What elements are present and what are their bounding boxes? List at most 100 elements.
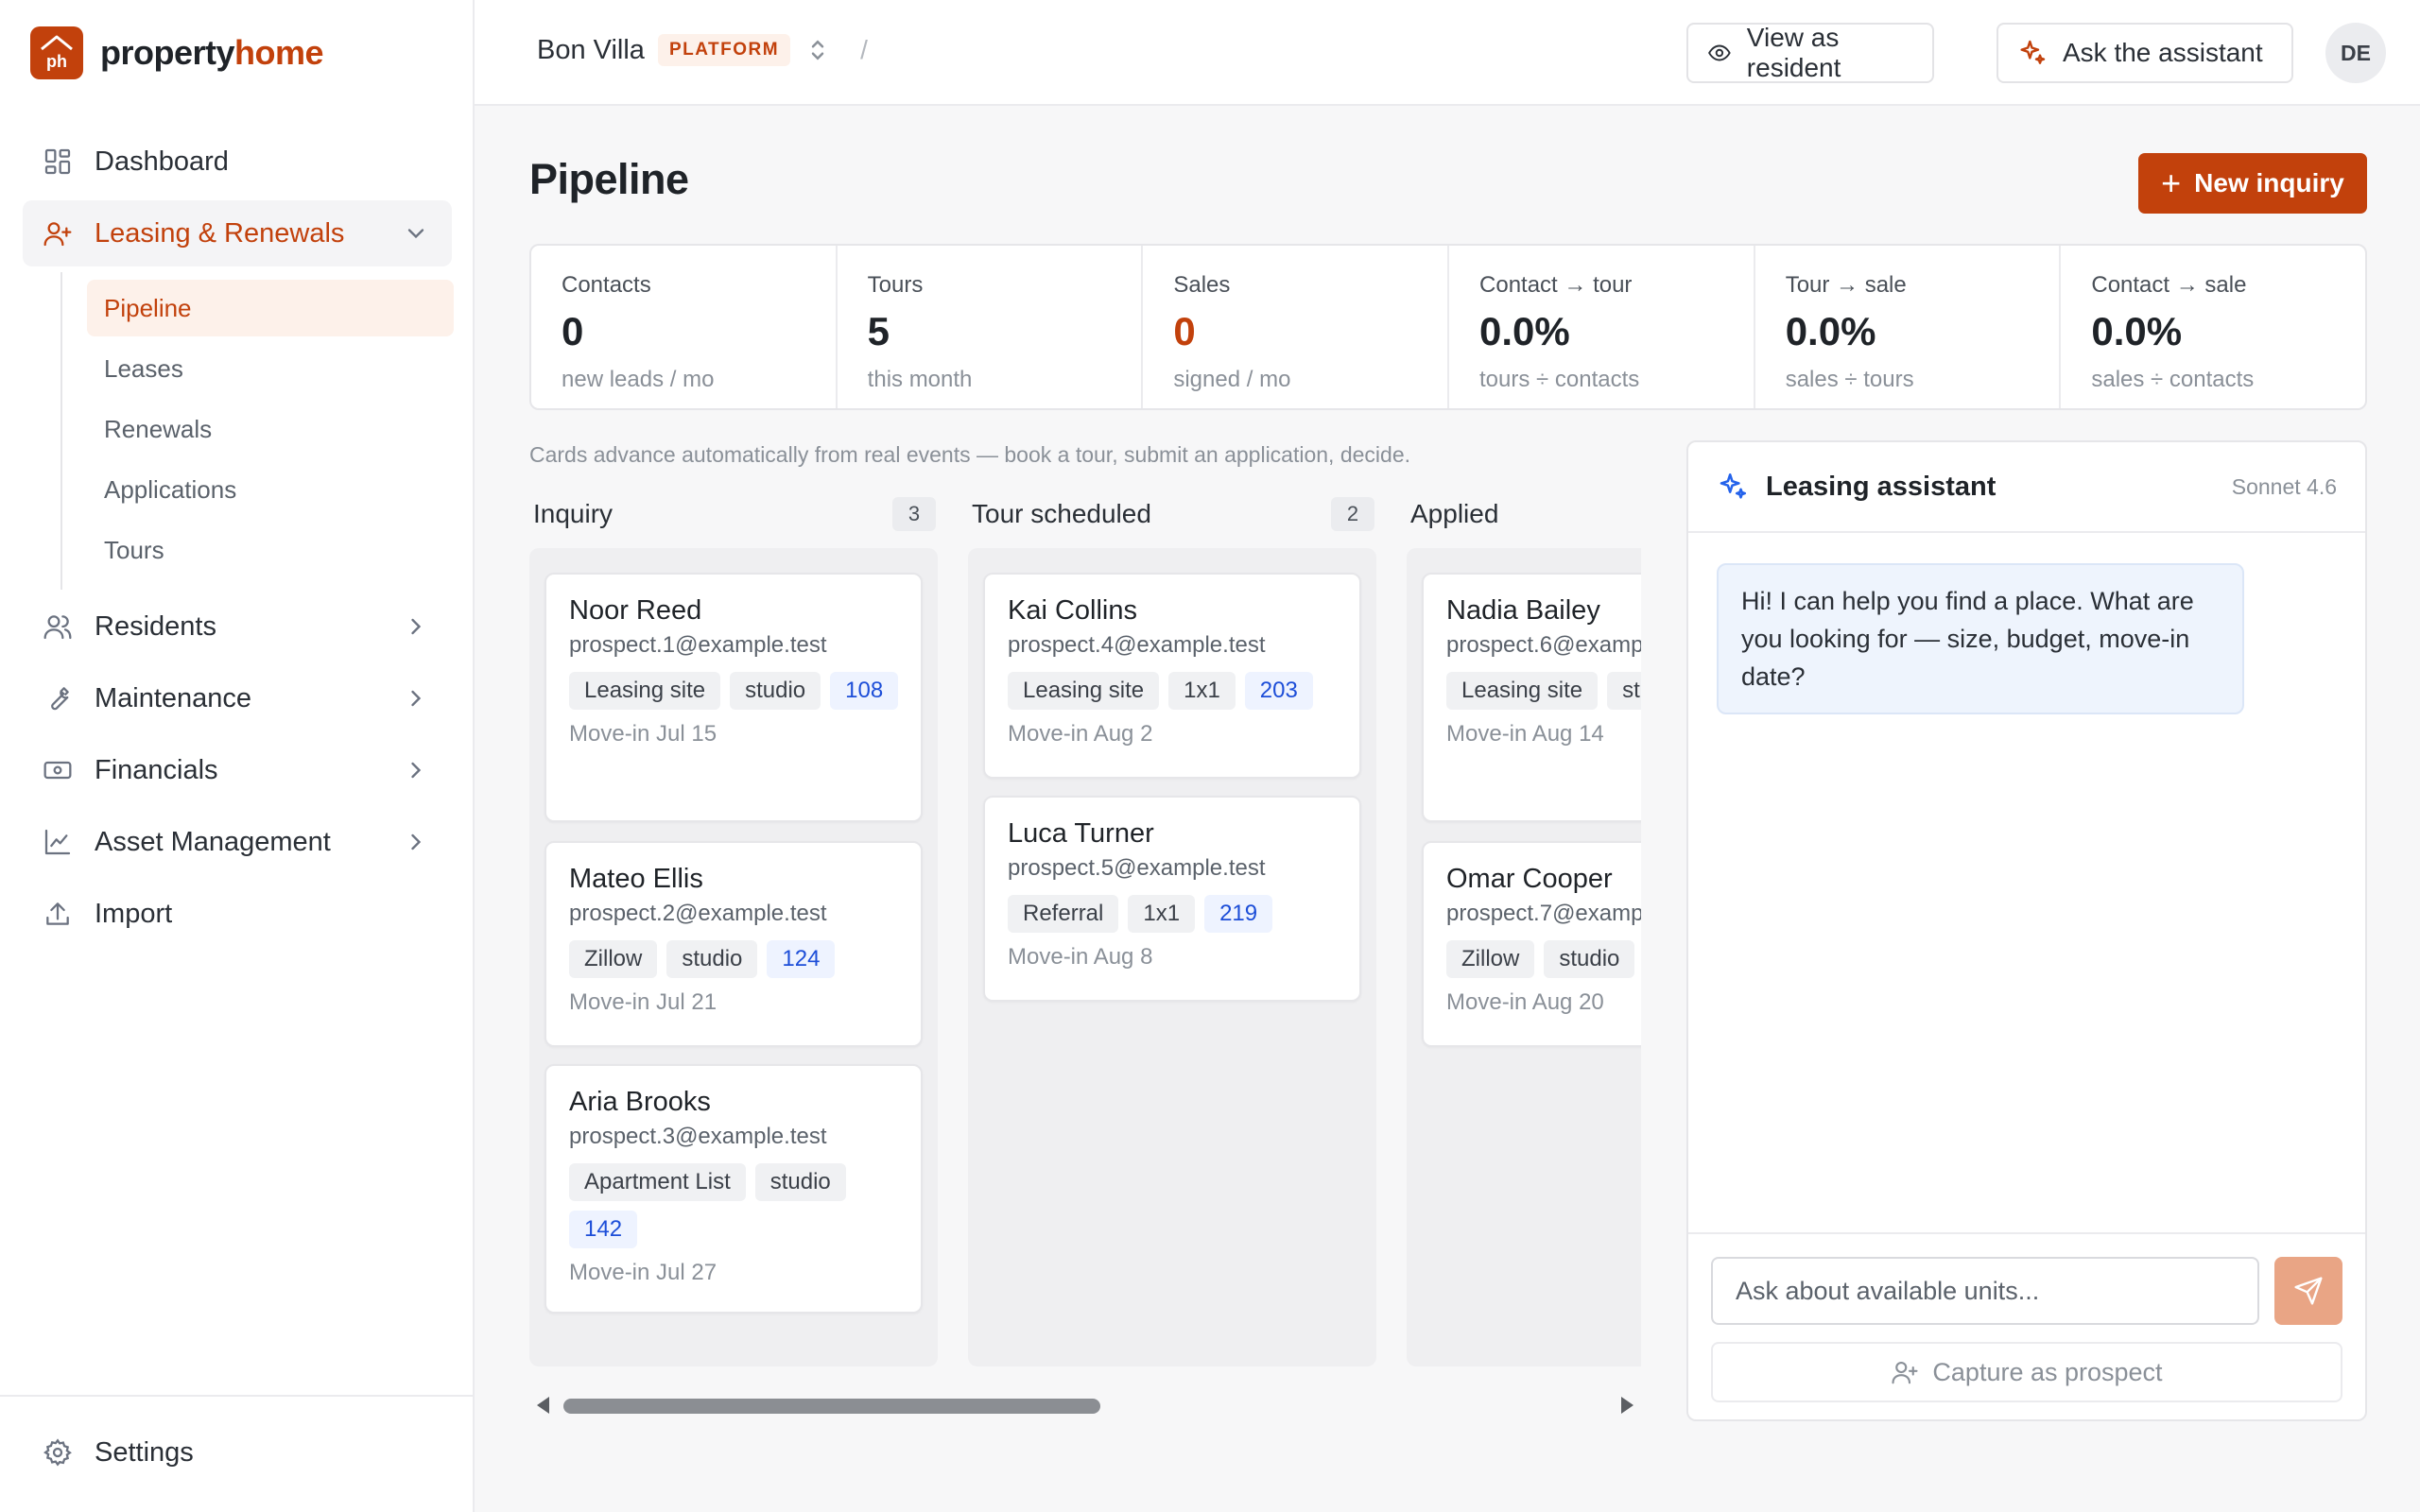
unit-tag[interactable]: 142 bbox=[569, 1211, 638, 1248]
brand-name: propertyhome bbox=[100, 33, 324, 72]
stat-tours: Tours 5 this month bbox=[838, 246, 1144, 408]
leasing-assistant-panel: Leasing assistant Sonnet 4.6 Hi! I can h… bbox=[1686, 440, 2367, 1421]
stat-value: 5 bbox=[867, 309, 890, 353]
send-button[interactable] bbox=[2274, 1257, 2342, 1325]
assistant-footer: Ask about available units... Capture as … bbox=[1688, 1232, 2365, 1421]
chart-line-icon bbox=[42, 826, 74, 858]
card-tags: Referral 1x1 219 bbox=[1008, 895, 1357, 942]
stat-sub: tours ÷ contacts bbox=[1479, 367, 1640, 392]
card-name: Nadia Bailey bbox=[1446, 595, 1600, 626]
prospect-card[interactable]: Aria Brooks prospect.3@example.test Apar… bbox=[544, 1064, 923, 1314]
unit-type-tag: studio bbox=[754, 1163, 846, 1201]
card-name: Kai Collins bbox=[1008, 595, 1137, 626]
sparkles-icon bbox=[2020, 40, 2046, 64]
card-tags: Leasing site 1x1 203 bbox=[1008, 672, 1357, 719]
pipeline-hint: Cards advance automatically from real ev… bbox=[529, 442, 1410, 467]
prospect-card[interactable]: Kai Collins prospect.4@example.test Leas… bbox=[983, 573, 1361, 779]
sidebar: ph propertyhome Dashboard Leasing & Rene… bbox=[0, 0, 475, 1512]
board-horizontal-scrollbar[interactable] bbox=[529, 1393, 1641, 1419]
unit-type-tag: 1x1 bbox=[1128, 895, 1196, 933]
leasing-subnav: Pipeline Leases Renewals Applications To… bbox=[60, 272, 454, 590]
chevron-down-icon bbox=[407, 229, 424, 239]
column-body: Kai Collins prospect.4@example.test Leas… bbox=[968, 548, 1376, 1366]
send-icon bbox=[2294, 1277, 2323, 1305]
stat-sales: Sales 0 signed / mo bbox=[1143, 246, 1450, 408]
sidebar-footer: Settings bbox=[0, 1395, 473, 1512]
nav-item-financials[interactable]: Financials bbox=[23, 737, 452, 803]
capture-prospect-label: Capture as prospect bbox=[1932, 1357, 2163, 1386]
stat-sub: this month bbox=[867, 367, 973, 392]
ask-assistant-button[interactable]: Ask the assistant bbox=[1996, 23, 2293, 83]
card-tags: Zillow studio bbox=[1446, 940, 1641, 988]
subnav-item-leases[interactable]: Leases bbox=[87, 340, 454, 397]
nav-label: Residents bbox=[95, 610, 216, 642]
stat-sub: new leads / mo bbox=[562, 367, 715, 392]
grid-icon bbox=[42, 146, 74, 178]
prospect-card[interactable]: Luca Turner prospect.5@example.test Refe… bbox=[983, 796, 1361, 1002]
chevrons-up-down-icon[interactable] bbox=[804, 36, 832, 64]
nav-item-leasing-renewals[interactable]: Leasing & Renewals bbox=[23, 200, 452, 266]
nav-item-residents[interactable]: Residents bbox=[23, 593, 452, 660]
subnav-item-tours[interactable]: Tours bbox=[87, 522, 454, 578]
column-body: Noor Reed prospect.1@example.test Leasin… bbox=[529, 548, 938, 1366]
user-plus-icon bbox=[42, 217, 74, 249]
unit-tag[interactable]: 108 bbox=[830, 672, 899, 710]
capture-prospect-button[interactable]: Capture as prospect bbox=[1711, 1342, 2342, 1402]
prospect-card[interactable]: Omar Cooper prospect.7@example.test Zill… bbox=[1422, 841, 1641, 1047]
stat-sub: sales ÷ tours bbox=[1785, 367, 1914, 392]
card-tags: Leasing site studio 108 bbox=[1446, 672, 1641, 719]
card-email: prospect.6@example.test bbox=[1446, 632, 1641, 658]
source-tag: Leasing site bbox=[1008, 672, 1160, 710]
nav-item-settings[interactable]: Settings bbox=[23, 1419, 452, 1486]
chevron-right-icon bbox=[411, 833, 422, 850]
new-inquiry-button[interactable]: + New inquiry bbox=[2138, 153, 2367, 214]
card-move-in: Move-in Aug 8 bbox=[1008, 944, 1153, 970]
subnav-item-renewals[interactable]: Renewals bbox=[87, 401, 454, 457]
topbar: Bon Villa PLATFORM / View as resident As… bbox=[475, 0, 2420, 106]
assistant-title: Leasing assistant bbox=[1766, 471, 1996, 502]
nav-label: Dashboard bbox=[95, 146, 229, 177]
stat-label: Contact → tour bbox=[1479, 272, 1633, 298]
card-email: prospect.4@example.test bbox=[1008, 632, 1266, 658]
subnav-item-applications[interactable]: Applications bbox=[87, 461, 454, 518]
column-header: Tour scheduled 2 bbox=[972, 495, 1374, 533]
source-tag: Apartment List bbox=[569, 1163, 746, 1201]
scroll-right-icon[interactable] bbox=[1621, 1397, 1634, 1414]
prospect-card[interactable]: Mateo Ellis prospect.2@example.test Zill… bbox=[544, 841, 923, 1047]
new-inquiry-label: New inquiry bbox=[2194, 168, 2344, 198]
breadcrumb[interactable]: Bon Villa PLATFORM / bbox=[537, 34, 868, 66]
assistant-model: Sonnet 4.6 bbox=[2231, 474, 2337, 499]
prospect-card[interactable]: Noor Reed prospect.1@example.test Leasin… bbox=[544, 573, 923, 822]
nav-item-import[interactable]: Import bbox=[23, 881, 452, 947]
unit-type-tag: studio bbox=[1607, 672, 1641, 710]
view-as-resident-button[interactable]: View as resident bbox=[1686, 23, 1934, 83]
scrollbar-thumb[interactable] bbox=[563, 1399, 1100, 1414]
unit-tag[interactable]: 203 bbox=[1244, 672, 1313, 710]
subnav-item-pipeline[interactable]: Pipeline bbox=[87, 280, 454, 336]
breadcrumb-separator: / bbox=[860, 35, 868, 64]
nav-label: Import bbox=[95, 898, 173, 929]
assistant-header: Leasing assistant Sonnet 4.6 bbox=[1688, 442, 2365, 533]
property-name[interactable]: Bon Villa bbox=[537, 35, 645, 66]
unit-tag[interactable]: 219 bbox=[1204, 895, 1273, 933]
stat-label: Sales bbox=[1173, 272, 1231, 298]
card-email: prospect.2@example.test bbox=[569, 901, 827, 926]
scroll-left-icon[interactable] bbox=[537, 1397, 549, 1414]
prospect-card[interactable]: Nadia Bailey prospect.6@example.test Lea… bbox=[1422, 573, 1641, 822]
card-move-in: Move-in Aug 14 bbox=[1446, 721, 1604, 747]
nav-item-maintenance[interactable]: Maintenance bbox=[23, 665, 452, 731]
stat-contact-to-tour: Contact → tour 0.0% tours ÷ contacts bbox=[1449, 246, 1755, 408]
brand[interactable]: ph propertyhome bbox=[30, 26, 324, 79]
assistant-input[interactable]: Ask about available units... bbox=[1711, 1257, 2259, 1325]
stat-value: 0.0% bbox=[1785, 309, 1876, 353]
stat-label: Contacts bbox=[562, 272, 651, 298]
nav-item-asset-management[interactable]: Asset Management bbox=[23, 809, 452, 875]
card-tags: Zillow studio 124 bbox=[569, 940, 919, 988]
nav-item-dashboard[interactable]: Dashboard bbox=[23, 129, 452, 195]
avatar[interactable]: DE bbox=[2325, 23, 2386, 83]
stat-value: 0 bbox=[1173, 309, 1196, 353]
card-name: Aria Brooks bbox=[569, 1087, 711, 1117]
unit-tag[interactable]: 124 bbox=[767, 940, 836, 978]
stat-label: Contact → sale bbox=[2091, 272, 2247, 298]
column-header: Inquiry 3 bbox=[533, 495, 936, 533]
